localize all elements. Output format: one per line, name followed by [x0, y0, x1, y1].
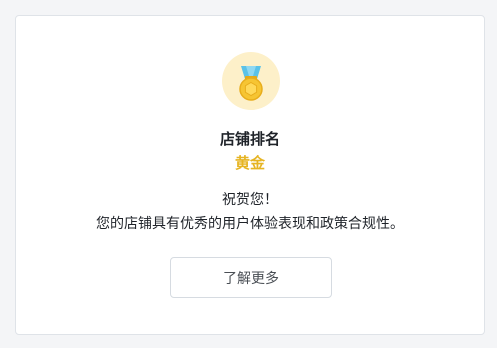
congrats-text: 祝贺您！ [222, 192, 278, 208]
gold-medal-icon [222, 52, 280, 110]
description-text: 您的店铺具有优秀的用户体验表现和政策合规性。 [96, 216, 404, 232]
card-title: 店铺排名 [219, 130, 280, 148]
store-ranking-card: 店铺排名 黄金 祝贺您！ 您的店铺具有优秀的用户体验表现和政策合规性。 了解更多 [15, 15, 485, 335]
learn-more-button[interactable]: 了解更多 [170, 257, 332, 298]
rank-level: 黄金 [234, 154, 265, 172]
